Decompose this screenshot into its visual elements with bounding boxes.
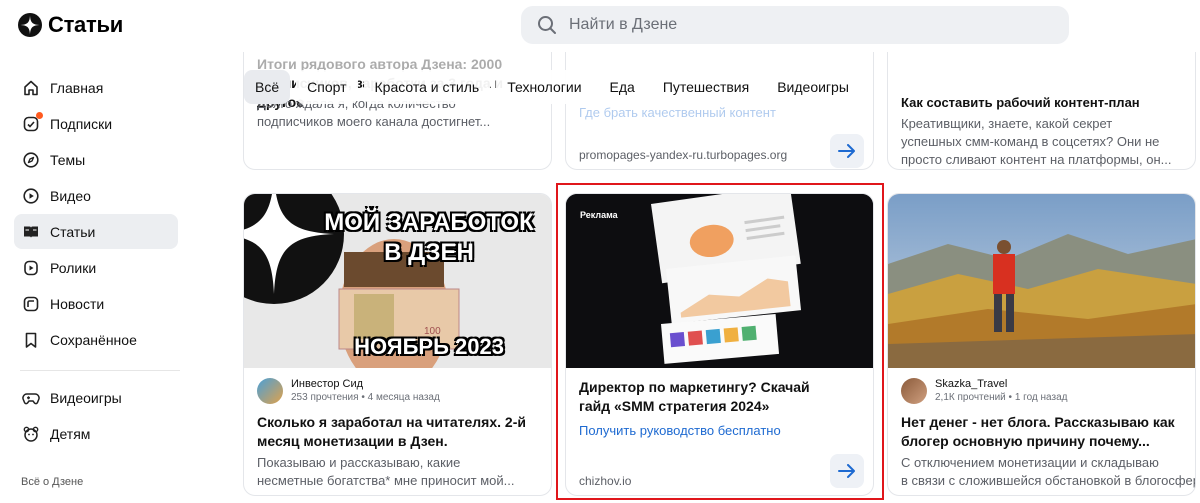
zen-logo-icon	[18, 13, 42, 37]
sidebar-item-news[interactable]: Новости	[14, 286, 178, 321]
logo-text: Статьи	[48, 12, 123, 37]
card-text-line: подписчиков моего канала достигнет...	[257, 114, 491, 129]
video-icon	[22, 187, 40, 205]
card-title-line: блогер основную причину почему...	[901, 433, 1150, 449]
author-name: Инвестор Сид	[291, 378, 364, 390]
top-bar: Статьи	[0, 0, 1200, 52]
arrow-right-icon	[838, 464, 855, 478]
sidebar-item-saved[interactable]: Сохранённое	[14, 322, 178, 357]
article-card[interactable]: 100 МОЙ ЗАРАБОТОК В ДЗЕН НОЯБРЬ 2023 Инв…	[243, 193, 552, 496]
notification-dot	[36, 111, 43, 119]
sidebar-item-videogames[interactable]: Видеоигры	[14, 380, 178, 415]
author-meta: 253 прочтения • 4 месяца назад	[291, 392, 440, 403]
shorts-icon	[22, 259, 40, 277]
ad-badge: Реклама	[580, 210, 618, 220]
avatar	[257, 378, 283, 404]
card-title-line: Директор по маркетингу? Скачай	[579, 379, 810, 395]
search-bar[interactable]	[521, 6, 1069, 44]
card-text-line: успешных смм-команд в соцсетях? Они не	[901, 134, 1160, 149]
card-text-line: несметные богатства* мне приносит мой...	[257, 473, 515, 488]
card-title-line: Нет денег - нет блога. Рассказываю как	[901, 414, 1175, 430]
image-caption-line: НОЯБРЬ 2023	[354, 334, 504, 359]
card-title-line: месяц монетизации в Дзен.	[257, 433, 448, 449]
article-card-top-3[interactable]: Как составить рабочий контент-план Креат…	[887, 52, 1196, 170]
card-title-line: гайд «SMM стратегия 2024»	[579, 398, 770, 414]
ad-link[interactable]: Где брать качественный контент	[579, 105, 776, 120]
card-text-line: Креативщики, знаете, какой секрет	[901, 116, 1113, 131]
news-icon	[22, 295, 40, 313]
sidebar-item-articles[interactable]: Статьи	[14, 214, 178, 249]
chip-sport[interactable]: Спорт	[296, 70, 358, 104]
kids-icon	[22, 425, 40, 443]
chip-food[interactable]: Еда	[598, 70, 646, 104]
chip-videogames[interactable]: Видеоигры	[766, 70, 860, 104]
card-text-line: С отключением монетизации и складываю	[901, 455, 1159, 470]
author-name: Skazka_Travel	[935, 378, 1008, 390]
bookmark-icon	[22, 331, 40, 349]
sidebar-item-label: Видеоигры	[50, 389, 122, 406]
card-text-line: просто сливают контент на платформы, он.…	[901, 152, 1172, 167]
card-title: Как составить рабочий контент-план	[901, 95, 1140, 110]
author-block[interactable]: Инвестор Сид 253 прочтения • 4 месяца на…	[257, 378, 440, 404]
feed: Итоги рядового автора Дзена: 2000 подпис…	[195, 52, 1200, 503]
sidebar-divider	[20, 370, 180, 371]
home-icon	[22, 79, 40, 97]
ad-link[interactable]: Получить руководство бесплатно	[579, 423, 781, 438]
sidebar-item-label: Статьи	[50, 223, 96, 240]
card-title-line: Сколько я заработал на читателях. 2-й	[257, 414, 526, 430]
compass-icon	[22, 151, 40, 169]
topic-chips: Всё Спорт Красота и стиль Технологии Еда…	[244, 70, 860, 104]
chip-tech[interactable]: Технологии	[496, 70, 593, 104]
ad-card[interactable]: Реклама Директор по маркетингу? Скачай г…	[565, 193, 874, 496]
sidebar-item-subscriptions[interactable]: Подписки	[14, 106, 178, 141]
sidebar-item-label: Главная	[50, 79, 104, 96]
search-input[interactable]	[569, 16, 1029, 34]
articles-icon	[22, 223, 40, 241]
sidebar-item-topics[interactable]: Темы	[14, 142, 178, 177]
card-text-line: в связи с сложившейся обстановкой в блог…	[901, 473, 1196, 488]
about-zen-link[interactable]: Всё о Дзене	[21, 476, 83, 488]
sidebar: Главная Подписки Темы Видео Статьи Ролик…	[0, 52, 195, 503]
sidebar-item-label: Темы	[50, 151, 86, 168]
sidebar-item-label: Подписки	[50, 115, 113, 132]
author-block[interactable]: Skazka_Travel 2,1К прочтений • 1 год наз…	[901, 378, 1068, 404]
gamepad-icon	[22, 389, 40, 407]
chip-travel[interactable]: Путешествия	[651, 70, 761, 104]
sidebar-item-home[interactable]: Главная	[14, 70, 178, 105]
chip-beauty[interactable]: Красота и стиль	[363, 70, 491, 104]
article-card[interactable]: Skazka_Travel 2,1К прочтений • 1 год наз…	[887, 193, 1196, 496]
ad-image: Реклама	[566, 194, 873, 368]
sidebar-item-kids[interactable]: Детям	[14, 416, 178, 451]
ad-domain: chizhov.io	[579, 474, 632, 488]
logo[interactable]: Статьи	[18, 12, 123, 38]
sidebar-item-shorts[interactable]: Ролики	[14, 250, 178, 285]
card-text-line: Показываю и рассказываю, какие	[257, 455, 461, 470]
chip-all[interactable]: Всё	[244, 70, 291, 104]
go-button[interactable]	[830, 454, 864, 488]
sidebar-item-label: Видео	[50, 187, 91, 204]
article-image: 100 МОЙ ЗАРАБОТОК В ДЗЕН НОЯБРЬ 2023	[244, 194, 551, 389]
subscriptions-icon	[22, 111, 43, 133]
go-button[interactable]	[830, 134, 864, 168]
search-icon	[538, 16, 556, 34]
sidebar-item-label: Сохранённое	[50, 331, 137, 348]
avatar	[901, 378, 927, 404]
author-meta: 2,1К прочтений • 1 год назад	[935, 392, 1068, 403]
ad-domain: promopages-yandex-ru.turbopages.org	[579, 148, 788, 162]
article-image	[888, 194, 1195, 368]
arrow-right-icon	[838, 144, 855, 158]
image-caption-line: МОЙ ЗАРАБОТОК	[324, 209, 534, 236]
image-caption-line: В ДЗЕН	[384, 239, 474, 266]
sidebar-item-video[interactable]: Видео	[14, 178, 178, 213]
sidebar-item-label: Ролики	[50, 259, 97, 276]
sidebar-item-label: Детям	[50, 425, 91, 442]
sidebar-item-label: Новости	[50, 295, 105, 312]
